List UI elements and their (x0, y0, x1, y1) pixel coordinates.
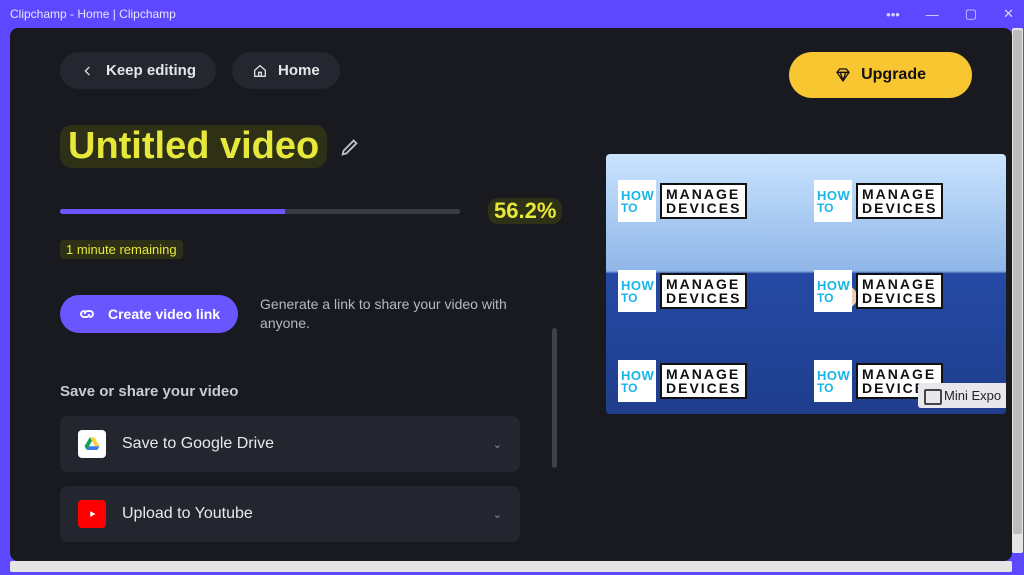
share-option-label: Upload to Youtube (122, 505, 253, 523)
export-progress-bar (60, 209, 460, 214)
export-time-remaining: 1 minute remaining (60, 240, 183, 259)
close-window-button[interactable]: ✕ (1003, 6, 1014, 22)
diamond-icon (835, 67, 851, 83)
mini-export-label: Mini Expo (944, 388, 1001, 403)
home-label: Home (278, 62, 320, 79)
share-option-google-drive[interactable]: Save to Google Drive ⌄ (60, 416, 520, 472)
share-option-youtube[interactable]: Upload to Youtube ⌄ (60, 486, 520, 542)
upgrade-label: Upgrade (861, 66, 926, 84)
export-progress-fill (60, 209, 285, 214)
preview-tile: HOWTO MANAGEDEVICES (618, 340, 798, 414)
video-title: Untitled video (60, 125, 327, 168)
preview-tile: HOWTO MANAGEDEVICES (618, 250, 798, 332)
home-icon (252, 63, 268, 79)
share-option-label: Save to Google Drive (122, 435, 274, 453)
edit-title-icon[interactable] (339, 136, 361, 158)
create-video-link-label: Create video link (108, 306, 220, 322)
google-drive-icon (78, 430, 106, 458)
share-section-label: Save or share your video (60, 383, 570, 400)
maximize-button[interactable]: ▢ (965, 6, 977, 22)
window-title: Clipchamp - Home | Clipchamp (10, 7, 176, 21)
youtube-icon (78, 500, 106, 528)
chevron-down-icon: ⌄ (493, 438, 502, 451)
preview-tile: HOWTO MANAGEDEVICES (814, 160, 994, 242)
window-vertical-scrollbar[interactable] (1012, 28, 1023, 553)
more-icon[interactable]: ••• (886, 7, 900, 22)
left-scrollbar-thumb[interactable] (552, 328, 557, 468)
upgrade-button[interactable]: Upgrade (789, 52, 972, 98)
home-button[interactable]: Home (232, 52, 340, 89)
video-preview: HOWTO MANAGEDEVICES HOWTO MANAGEDEVICES … (606, 154, 1006, 414)
chevron-down-icon: ⌄ (493, 508, 502, 521)
keep-editing-label: Keep editing (106, 62, 196, 79)
minimize-button[interactable]: — (926, 7, 939, 22)
create-link-description: Generate a link to share your video with… (260, 295, 520, 333)
keep-editing-button[interactable]: Keep editing (60, 52, 216, 89)
create-video-link-button[interactable]: Create video link (60, 295, 238, 333)
preview-tile: HOWTO MANAGEDEVICES (814, 250, 994, 332)
mini-export-chip[interactable]: Mini Expo (918, 383, 1006, 408)
link-icon (78, 305, 96, 323)
preview-tile-grid: HOWTO MANAGEDEVICES HOWTO MANAGEDEVICES … (606, 154, 1006, 414)
window-horizontal-scrollbar[interactable] (10, 561, 1012, 572)
arrow-left-icon (80, 63, 96, 79)
export-progress-percent: 56.2% (488, 198, 562, 224)
window-vertical-scrollbar-thumb[interactable] (1013, 30, 1022, 534)
preview-tile: HOWTO MANAGEDEVICES (618, 160, 798, 242)
